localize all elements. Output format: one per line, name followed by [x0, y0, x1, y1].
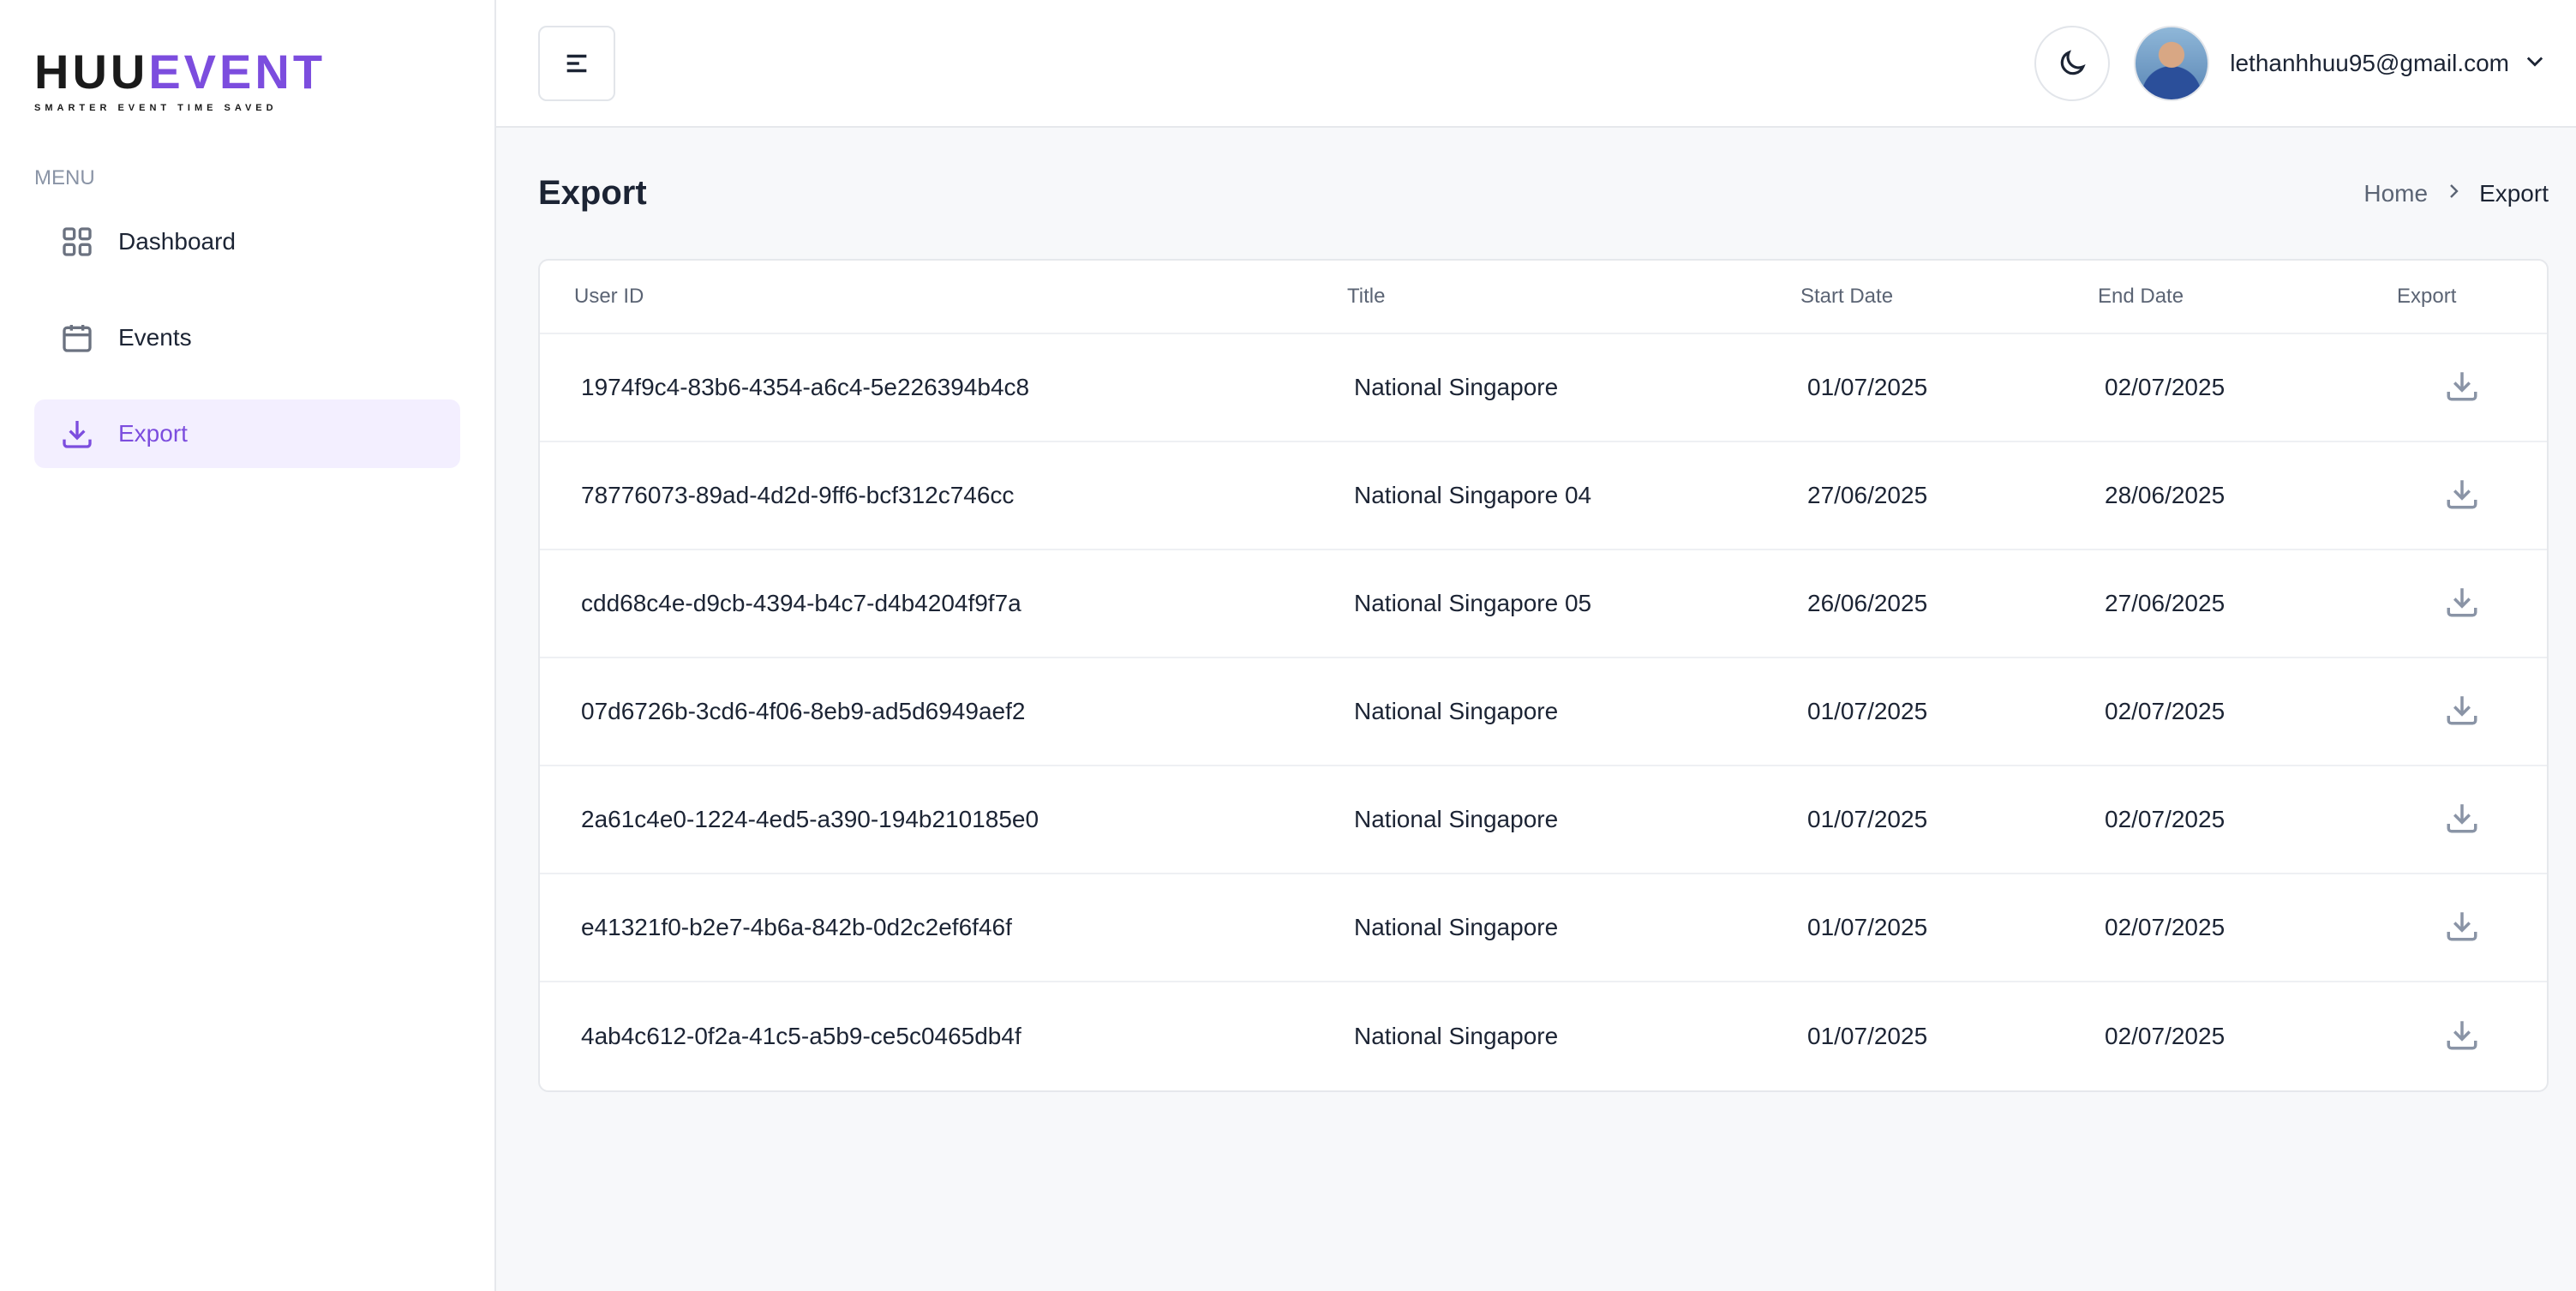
table-header: User ID Title Start Date End Date Export: [540, 261, 2547, 334]
user-email[interactable]: lethanhhuu95@gmail.com: [2230, 50, 2509, 77]
hamburger-icon: [566, 54, 587, 72]
cell-title: National Singapore: [1354, 698, 1559, 724]
column-header-title: Title: [1347, 285, 1386, 308]
sidebar-item-export[interactable]: Export: [34, 399, 460, 468]
sidebar: HUUEVENT SMARTER EVENT TIME SAVED MENU D…: [0, 0, 496, 1291]
cell-start-date: 01/07/2025: [1807, 374, 1928, 400]
column-header-start-date: Start Date: [1800, 285, 1894, 308]
download-icon: [2447, 1020, 2477, 1049]
cell-end-date: 27/06/2025: [2105, 590, 2226, 616]
download-icon: [2447, 587, 2477, 616]
export-download-button[interactable]: [2404, 692, 2547, 732]
export-download-button[interactable]: [2404, 584, 2547, 624]
cell-end-date: 28/06/2025: [2105, 482, 2226, 508]
table-row: 78776073-89ad-4d2d-9ff6-bcf312c746cc Nat…: [540, 442, 2547, 550]
column-header-end-date: End Date: [2098, 285, 2184, 308]
table-row: 1974f9c4-83b6-4354-a6c4-5e226394b4c8 Nat…: [540, 334, 2547, 442]
download-icon: [2447, 911, 2477, 940]
download-icon: [63, 421, 92, 448]
cell-user-id: 07d6726b-3cd6-4f06-8eb9-ad5d6949aef2: [581, 698, 1026, 724]
breadcrumb: Home Export: [2363, 180, 2549, 207]
logo[interactable]: HUUEVENT SMARTER EVENT TIME SAVED: [34, 0, 460, 129]
table-row: 07d6726b-3cd6-4f06-8eb9-ad5d6949aef2 Nat…: [540, 658, 2547, 766]
download-icon: [2447, 803, 2477, 832]
sidebar-item-label: Export: [118, 420, 188, 447]
grid-icon: [63, 227, 92, 256]
page-header: Export Home Export: [538, 128, 2549, 259]
cell-end-date: 02/07/2025: [2105, 914, 2226, 940]
export-table: User ID Title Start Date End Date Export…: [538, 259, 2549, 1092]
logo-wordmark: HUUEVENT: [34, 48, 460, 96]
export-download-button[interactable]: [2404, 908, 2547, 948]
chevron-down-icon: [2526, 57, 2543, 67]
cell-user-id: 4ab4c612-0f2a-41c5-a5b9-ce5c0465db4f: [581, 1023, 1021, 1049]
export-download-button[interactable]: [2404, 1017, 2547, 1057]
cell-end-date: 02/07/2025: [2105, 374, 2226, 400]
cell-end-date: 02/07/2025: [2105, 698, 2226, 724]
avatar[interactable]: [2134, 25, 2210, 101]
dark-mode-toggle[interactable]: [2034, 25, 2111, 101]
export-download-button[interactable]: [2404, 368, 2547, 408]
column-header-export: Export: [2397, 285, 2457, 308]
logo-part-2: EVENT: [148, 45, 326, 99]
cell-title: National Singapore 04: [1354, 482, 1592, 508]
app: HUUEVENT SMARTER EVENT TIME SAVED MENU D…: [0, 0, 2576, 1291]
user-menu-dropdown[interactable]: [2523, 49, 2547, 77]
download-icon: [2447, 371, 2477, 400]
top-bar: lethanhhuu95@gmail.com: [496, 0, 2576, 128]
cell-start-date: 26/06/2025: [1807, 590, 1928, 616]
calendar-icon: [63, 325, 92, 352]
sidebar-item-label: Dashboard: [118, 228, 236, 255]
cell-user-id: 78776073-89ad-4d2d-9ff6-bcf312c746cc: [581, 482, 1015, 508]
moon-icon: [2061, 49, 2086, 75]
cell-end-date: 02/07/2025: [2105, 806, 2226, 832]
cell-title: National Singapore 05: [1354, 590, 1592, 616]
cell-title: National Singapore: [1354, 806, 1559, 832]
logo-tagline: SMARTER EVENT TIME SAVED: [34, 103, 278, 113]
menu-label: MENU: [34, 166, 95, 189]
page-content: Export Home Export User ID Title Start D…: [496, 128, 2576, 1092]
sidebar-item-label: Events: [118, 324, 192, 351]
table-row: 4ab4c612-0f2a-41c5-a5b9-ce5c0465db4f Nat…: [540, 982, 2547, 1090]
table-row: 2a61c4e0-1224-4ed5-a390-194b210185e0 Nat…: [540, 766, 2547, 874]
column-header-user-id: User ID: [574, 285, 644, 308]
breadcrumb-separator: [2428, 180, 2479, 207]
cell-start-date: 01/07/2025: [1807, 698, 1928, 724]
sidebar-item-events[interactable]: Events: [34, 303, 460, 372]
cell-start-date: 01/07/2025: [1807, 806, 1928, 832]
sidebar-item-dashboard[interactable]: Dashboard: [34, 207, 460, 276]
cell-user-id: cdd68c4e-d9cb-4394-b4c7-d4b4204f9f7a: [581, 590, 1021, 616]
export-download-button[interactable]: [2404, 800, 2547, 840]
cell-title: National Singapore: [1354, 1023, 1559, 1049]
breadcrumb-current: Export: [2479, 179, 2549, 207]
chevron-right-icon: [2450, 183, 2459, 198]
breadcrumb-home-link[interactable]: Home: [2363, 180, 2428, 207]
cell-user-id: 1974f9c4-83b6-4354-a6c4-5e226394b4c8: [581, 374, 1030, 400]
cell-user-id: e41321f0-b2e7-4b6a-842b-0d2c2ef6f46f: [581, 914, 1012, 940]
download-icon: [2447, 695, 2477, 724]
user-controls: lethanhhuu95@gmail.com: [2034, 25, 2547, 101]
main-area: lethanhhuu95@gmail.com Export Home Expor…: [496, 0, 2576, 1291]
cell-user-id: 2a61c4e0-1224-4ed5-a390-194b210185e0: [581, 806, 1039, 832]
table-body: 1974f9c4-83b6-4354-a6c4-5e226394b4c8 Nat…: [540, 334, 2547, 1090]
cell-title: National Singapore: [1354, 374, 1559, 400]
menu-toggle-button[interactable]: [538, 25, 615, 101]
cell-start-date: 01/07/2025: [1807, 914, 1928, 940]
cell-start-date: 27/06/2025: [1807, 482, 1928, 508]
page-title: Export: [538, 174, 647, 212]
cell-start-date: 01/07/2025: [1807, 1023, 1928, 1049]
cell-title: National Singapore: [1354, 914, 1559, 940]
download-icon: [2447, 479, 2477, 508]
table-row: e41321f0-b2e7-4b6a-842b-0d2c2ef6f46f Nat…: [540, 874, 2547, 982]
export-download-button[interactable]: [2404, 476, 2547, 516]
logo-part-1: HUU: [34, 45, 149, 99]
table-row: cdd68c4e-d9cb-4394-b4c7-d4b4204f9f7a Nat…: [540, 550, 2547, 658]
cell-end-date: 02/07/2025: [2105, 1023, 2226, 1049]
